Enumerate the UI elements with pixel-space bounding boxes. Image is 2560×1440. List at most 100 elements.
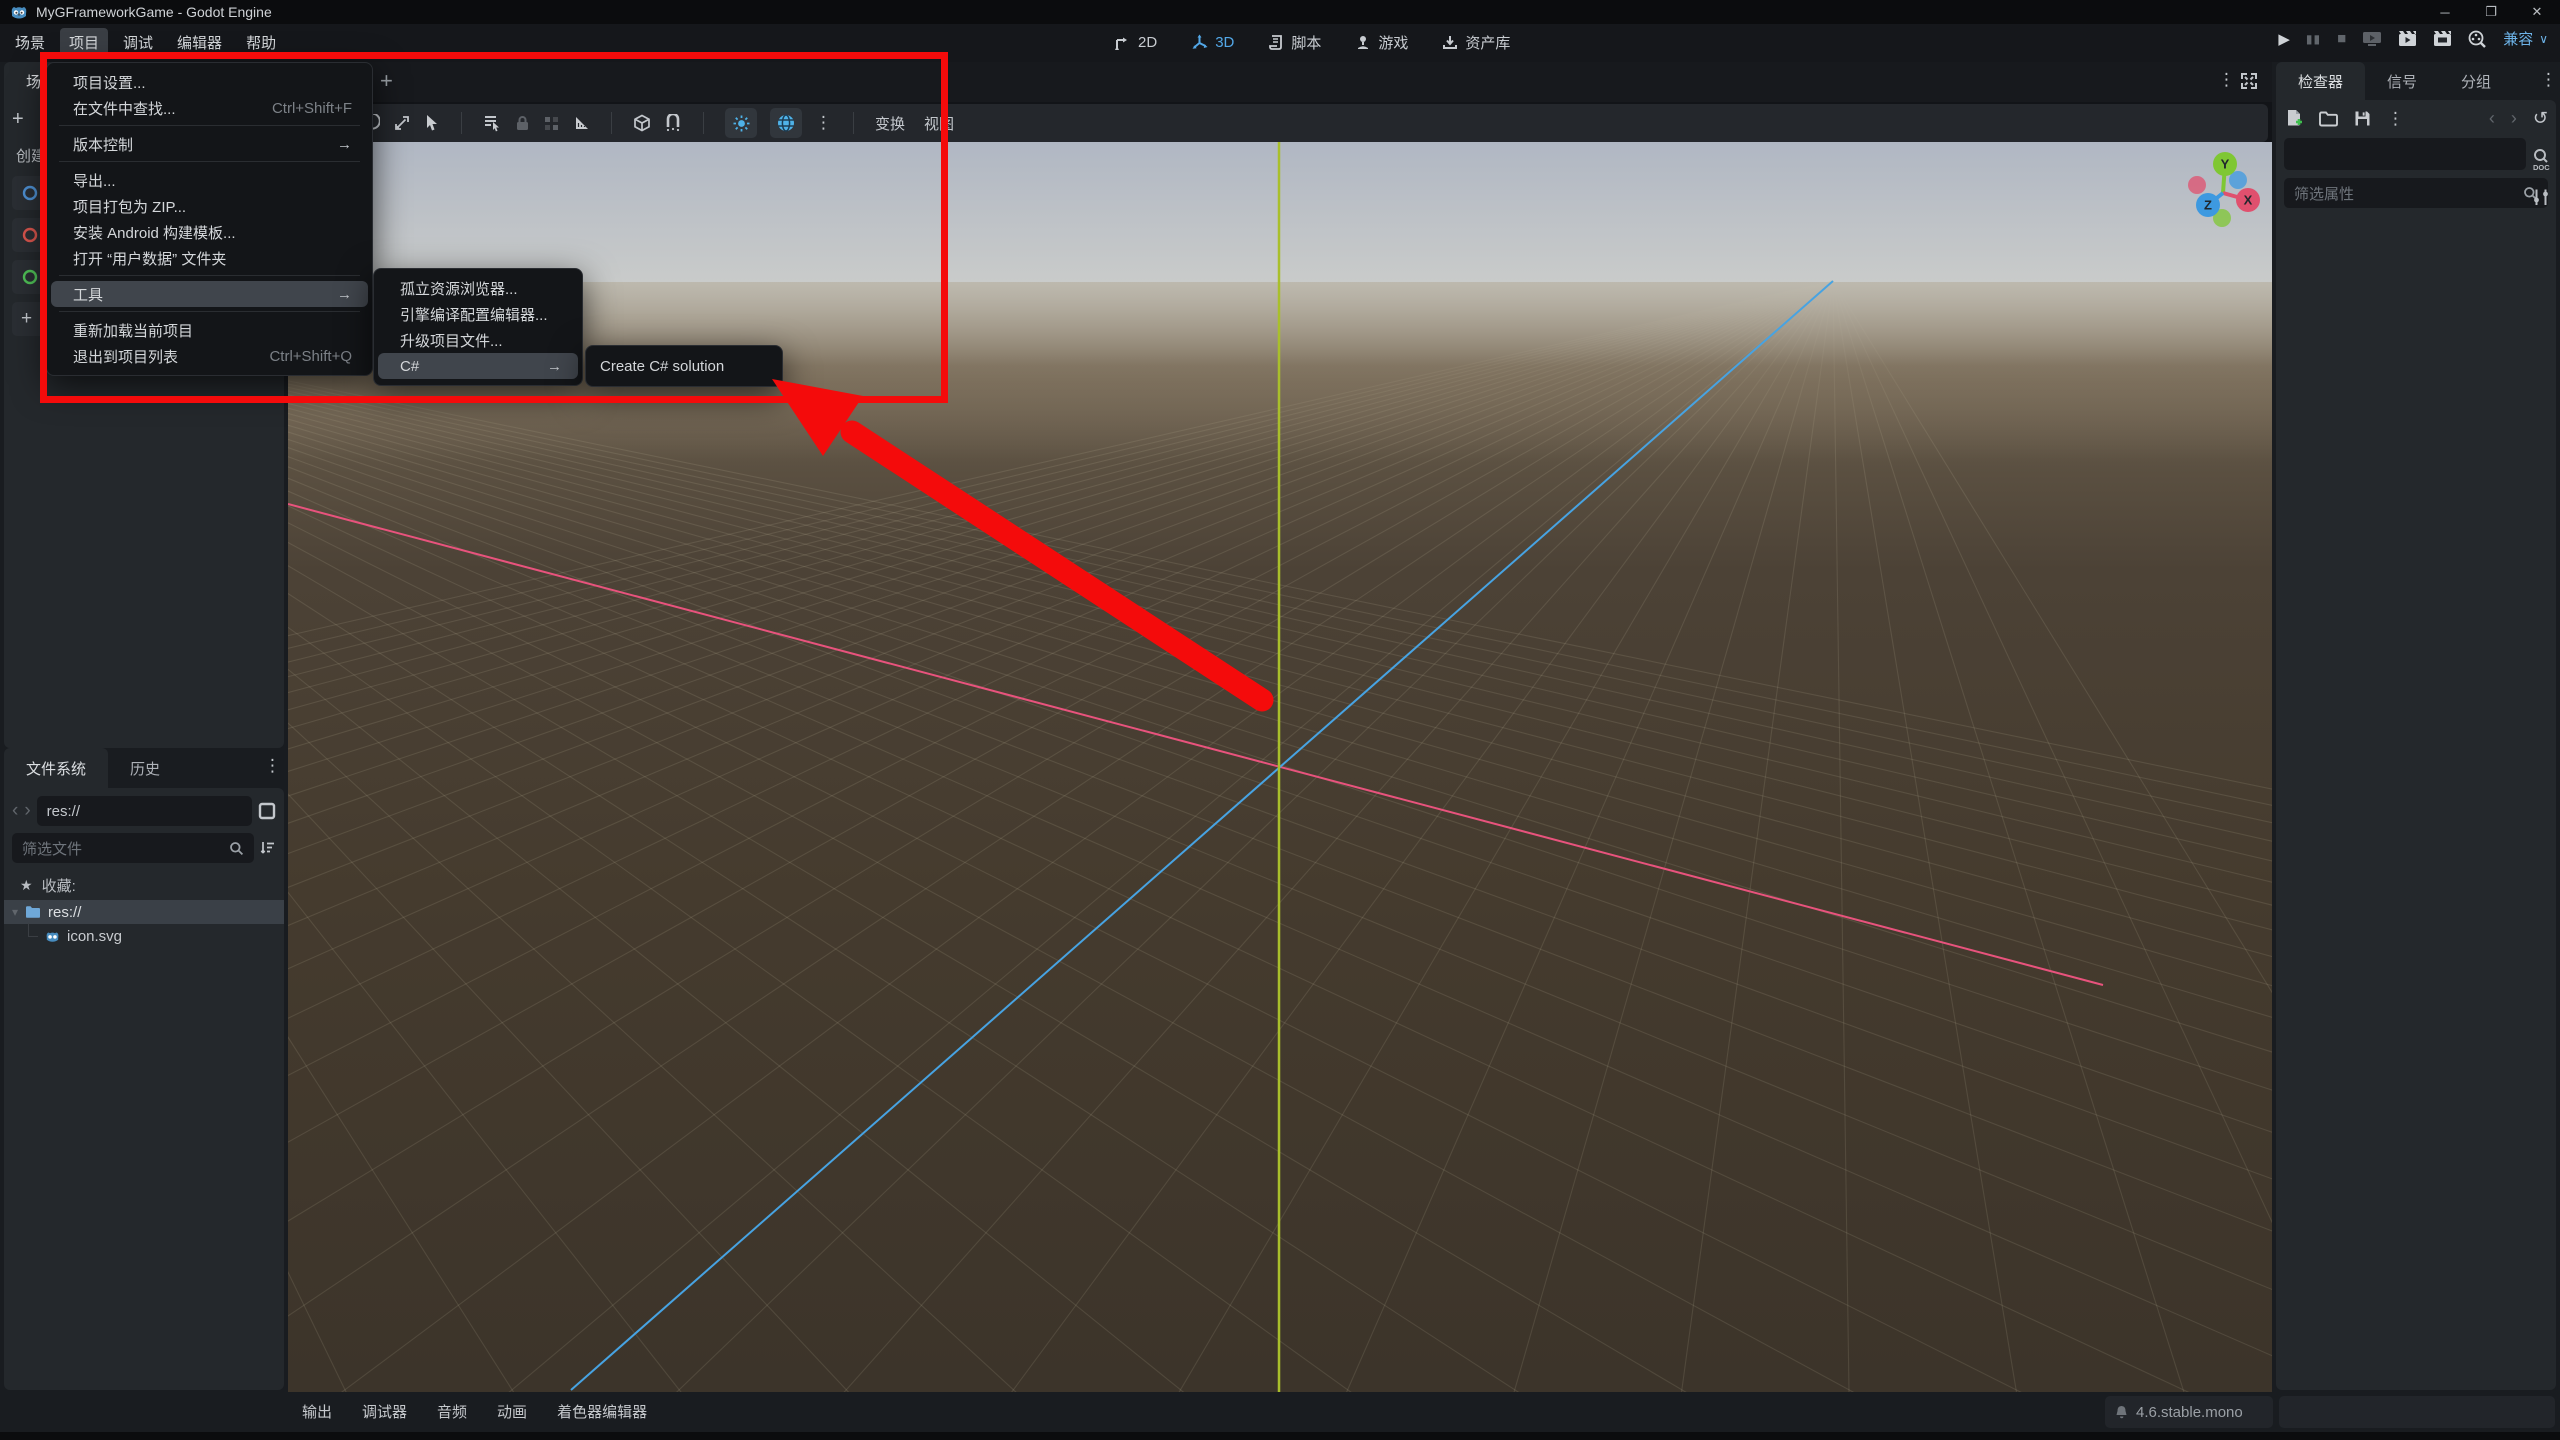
panel-output[interactable]: 输出 (292, 1395, 342, 1428)
split-view-icon[interactable] (258, 802, 276, 820)
caret-down-icon: ▾ (12, 905, 19, 919)
favorites-label: 收藏: (41, 878, 76, 895)
snap-magnet-icon[interactable] (664, 114, 682, 132)
doc-search-icon[interactable]: DOC (2531, 148, 2551, 172)
play-remote-icon[interactable] (2362, 30, 2382, 47)
menu-create-csharp-solution[interactable]: Create C# solution (586, 353, 782, 379)
panel-animation[interactable]: 动画 (487, 1395, 537, 1428)
menu-open-user-data-folder[interactable]: 打开 “用户数据” 文件夹 (47, 245, 372, 271)
menubar-project[interactable]: 项目 (60, 28, 109, 57)
sort-icon[interactable] (260, 840, 276, 856)
scale-mode-icon[interactable] (393, 114, 411, 132)
nav-forward-icon[interactable]: › (24, 800, 30, 822)
resource-extra-menu-icon[interactable]: ⋮ (2387, 109, 2404, 129)
tab-script[interactable]: 脚本 (1258, 28, 1331, 57)
play-button[interactable]: ▶ (2278, 30, 2290, 48)
game-icon (1355, 34, 1371, 51)
panel-shader-editor[interactable]: 着色器编辑器 (547, 1395, 657, 1428)
distraction-free-icon[interactable] (2240, 72, 2258, 90)
filesystem-menu-icon[interactable]: ⋮ (264, 756, 281, 776)
inspector-dock-menu-icon[interactable]: ⋮ (2540, 70, 2557, 90)
edit-history-icon[interactable]: ↺ (2533, 108, 2548, 129)
center-area: + ⋮ ⋮ 变换 视图 Y X Z (288, 62, 2272, 1392)
panel-debugger[interactable]: 调试器 (352, 1395, 417, 1428)
right-dock: 检查器 信号 分组 ⋮ ⋮ ‹ › ↺ 筛选属性 DOC (2272, 62, 2560, 1392)
menubar-editor[interactable]: 编辑器 (168, 28, 231, 57)
list-select-icon[interactable] (483, 114, 502, 132)
menu-export[interactable]: 导出... (47, 167, 372, 193)
lock-icon[interactable] (515, 115, 530, 132)
history-back-icon[interactable]: ‹ (2489, 108, 2495, 129)
chevron-down-icon: ∨ (2539, 31, 2548, 46)
tab-game[interactable]: 游戏 (1345, 28, 1418, 57)
menu-reload-project[interactable]: 重新加载当前项目 (47, 317, 372, 343)
load-resource-folder-icon[interactable] (2319, 111, 2338, 127)
view-menu[interactable]: 视图 (924, 113, 954, 134)
tab-3d[interactable]: 3D (1181, 30, 1244, 55)
status-progress-box (2279, 1396, 2555, 1428)
tab-groups[interactable]: 分组 (2439, 62, 2513, 100)
node-name-bar (2284, 138, 2526, 170)
panel-audio[interactable]: 音频 (427, 1395, 477, 1428)
menu-upgrade-project-files[interactable]: 升级项目文件... (374, 327, 582, 353)
maximize-button[interactable]: ❐ (2468, 0, 2514, 24)
minimize-button[interactable]: ─ (2422, 0, 2468, 24)
renderer-selector[interactable]: 兼容 ∨ (2503, 28, 2548, 49)
tab-history[interactable]: 历史 (108, 748, 182, 788)
tab-assetlib[interactable]: 资产库 (1432, 28, 1520, 57)
group-icon[interactable] (543, 115, 560, 132)
transform-menu[interactable]: 变换 (875, 113, 905, 134)
tab-filesystem[interactable]: 文件系统 (4, 748, 109, 788)
add-node-button[interactable]: + (12, 108, 24, 131)
tab-2d[interactable]: 2D (1104, 30, 1167, 55)
menu-version-control[interactable]: 版本控制 → (47, 131, 372, 157)
tab-signals[interactable]: 信号 (2365, 62, 2439, 100)
new-scene-tab-button[interactable]: + (380, 68, 393, 94)
2d-scene-icon (21, 184, 39, 202)
tab-inspector[interactable]: 检查器 (2276, 62, 2366, 100)
save-resource-icon[interactable] (2354, 110, 2371, 127)
view-options-menu-icon[interactable]: ⋮ (815, 113, 832, 133)
preview-sun-toggle[interactable] (725, 108, 757, 138)
pause-button[interactable]: ▮▮ (2306, 32, 2321, 46)
new-resource-icon[interactable] (2286, 109, 2303, 128)
local-space-icon[interactable] (633, 114, 651, 132)
stop-button[interactable]: ■ (2337, 30, 2346, 47)
filter-properties-input[interactable]: 筛选属性 (2284, 178, 2548, 208)
path-field[interactable]: res:// (36, 796, 252, 826)
menu-quit-to-project-list[interactable]: 退出到项目列表 Ctrl+Shift+Q (47, 343, 372, 369)
project-menu-popup: 项目设置... 在文件中查找... Ctrl+Shift+F 版本控制 → 导出..… (46, 62, 373, 376)
viewport-3d[interactable]: Y X Z (288, 142, 2272, 1392)
play-scene-icon[interactable] (2398, 30, 2417, 47)
menubar-scene[interactable]: 场景 (6, 28, 54, 57)
menu-pack-zip[interactable]: 项目打包为 ZIP... (47, 193, 372, 219)
filter-files-input[interactable]: 筛选文件 (12, 833, 254, 863)
svg-text:DOC: DOC (2533, 163, 2550, 172)
close-button[interactable]: ✕ (2514, 0, 2560, 24)
tree-row-iconsvg[interactable]: icon.svg (4, 923, 284, 948)
select-mode-icon[interactable] (424, 114, 440, 132)
preview-environment-toggle[interactable] (770, 108, 802, 138)
menu-project-settings[interactable]: 项目设置... (47, 69, 372, 95)
tree-row-res[interactable]: ▾ res:// (4, 900, 284, 924)
inspector-settings-sliders-icon[interactable] (2532, 188, 2550, 207)
menu-csharp[interactable]: C# → (378, 353, 578, 379)
version-box[interactable]: 4.6.stable.mono (2105, 1396, 2273, 1428)
history-forward-icon[interactable]: › (2511, 108, 2517, 129)
menu-tools[interactable]: 工具 → (51, 281, 368, 307)
movie-maker-icon[interactable] (2468, 30, 2487, 48)
menu-orphan-resource-explorer[interactable]: 孤立资源浏览器... (374, 275, 582, 301)
play-custom-scene-icon[interactable] (2433, 30, 2452, 47)
viewport-toolbar: ⋮ 变换 视图 (292, 104, 2268, 142)
menu-find-in-files[interactable]: 在文件中查找... Ctrl+Shift+F (47, 95, 372, 121)
menubar-help[interactable]: 帮助 (237, 28, 285, 57)
nav-back-icon[interactable]: ‹ (12, 800, 18, 822)
ruler-mode-icon[interactable] (573, 115, 590, 132)
scene-tabs-menu-icon[interactable]: ⋮ (2218, 70, 2235, 90)
menu-install-android-template[interactable]: 安装 Android 构建模板... (47, 219, 372, 245)
menubar-debug[interactable]: 调试 (114, 28, 162, 57)
menu-engine-compile-config[interactable]: 引擎编译配置编辑器... (374, 301, 582, 327)
favorites-star-icon: ★ (20, 877, 33, 893)
editor-header: 场景 项目 调试 编辑器 帮助 2D 3D 脚本 游戏 资产库 ▶ ▮▮ ■ 兼… (0, 24, 2560, 62)
title-bar: MyGFrameworkGame - Godot Engine ─ ❐ ✕ (0, 0, 2560, 24)
